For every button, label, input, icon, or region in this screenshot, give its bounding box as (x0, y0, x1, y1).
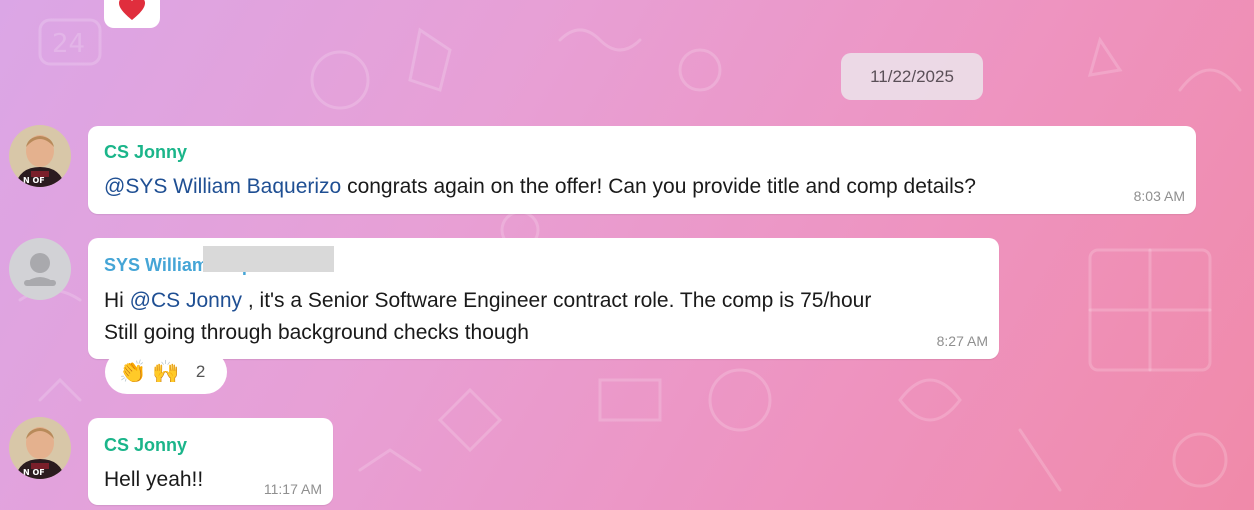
sender-name[interactable]: CS Jonny (104, 142, 187, 163)
user-photo-icon: N OF (9, 125, 71, 187)
message-timestamp: 8:27 AM (936, 333, 988, 349)
message-bubble[interactable]: CS Jonny @SYS William Baquerizo congrats… (88, 126, 1196, 214)
redaction-box (203, 246, 334, 272)
avatar-cs-jonny[interactable]: N OF (9, 417, 71, 479)
previous-reaction-card[interactable] (104, 0, 160, 28)
default-user-icon (24, 253, 56, 286)
message-text-line-2: Still going through background checks th… (104, 321, 529, 344)
message-text: @SYS William Baquerizo congrats again on… (104, 171, 976, 203)
sender-name[interactable]: CS Jonny (104, 435, 187, 456)
svg-text:N OF: N OF (23, 468, 45, 477)
mention-link[interactable]: @SYS William Baquerizo (104, 175, 341, 198)
message-body: congrats again on the offer! Can you pro… (341, 175, 976, 198)
avatar-sys-william[interactable] (9, 238, 71, 300)
mention-link[interactable]: @CS Jonny (130, 289, 242, 312)
avatar-cs-jonny[interactable]: N OF (9, 125, 71, 187)
date-separator-text: 11/22/2025 (870, 66, 954, 86)
message-body: , it's a Senior Software Engineer contra… (242, 289, 872, 312)
message-bubble[interactable]: CS Jonny Hell yeah!! 11:17 AM (88, 418, 333, 505)
message-bubble[interactable]: SYS William Baquerizo Hi @CS Jonny , it'… (88, 238, 999, 359)
message-body-prefix: Hi (104, 289, 130, 312)
reactions-bar[interactable]: 👏 🙌 2 (105, 350, 227, 394)
svg-text:24: 24 (52, 29, 85, 59)
raising-hands-reaction[interactable]: 🙌 (152, 361, 179, 383)
svg-text:N OF: N OF (23, 176, 45, 185)
message-timestamp: 8:03 AM (1133, 188, 1185, 204)
message-text-line-1: Hi @CS Jonny , it's a Senior Software En… (104, 285, 871, 317)
heart-icon (119, 0, 145, 20)
user-photo-icon: N OF (9, 417, 71, 479)
clapping-hands-reaction[interactable]: 👏 (119, 361, 146, 383)
reaction-count: 2 (195, 362, 206, 381)
date-separator: 11/22/2025 (841, 53, 983, 100)
message-timestamp: 11:17 AM (263, 481, 322, 497)
message-text: Hell yeah!! (104, 468, 204, 491)
